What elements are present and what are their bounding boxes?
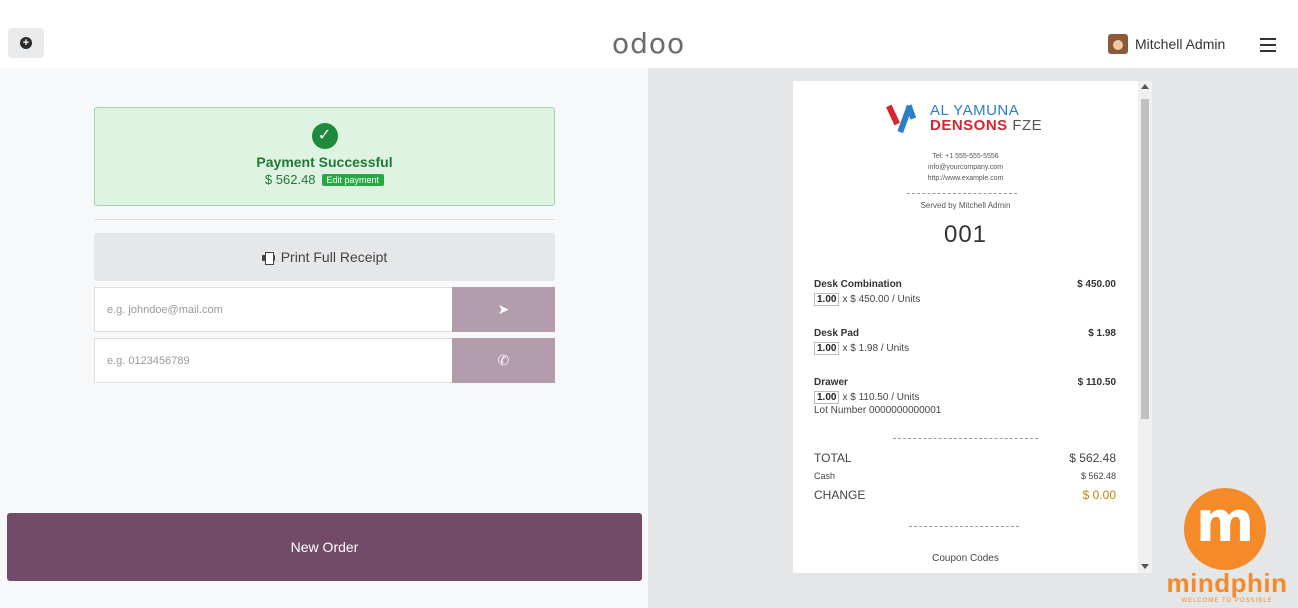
brand-suffix: FZE: [1012, 117, 1043, 134]
scroll-thumb[interactable]: [1141, 99, 1149, 419]
check-circle-icon: ✓: [311, 123, 338, 149]
new-order-button[interactable]: New Order: [7, 513, 642, 581]
send-email-button[interactable]: ➤: [452, 287, 555, 332]
receipt-line: Drawer $ 110.50 1.00 x $ 110.50 / Units L…: [814, 377, 1116, 416]
plus-circle-icon: +: [20, 37, 32, 49]
email-field[interactable]: [94, 287, 452, 332]
cash-label: Cash: [814, 471, 836, 481]
line-quantity: 1.00: [814, 391, 840, 404]
top-bar: + odoo Mitchell Admin: [0, 0, 1298, 68]
odoo-logo: odoo: [612, 27, 686, 60]
mindphin-watermark: m mindphin WELCOME TO POSSIBLE: [1162, 488, 1292, 606]
watermark-tagline: WELCOME TO POSSIBLE: [1181, 598, 1273, 604]
divider: [94, 219, 555, 220]
line-lot-number: Lot Number 0000000000001: [814, 405, 942, 416]
payment-amount: $ 562.48: [264, 172, 316, 187]
user-name: Mitchell Admin: [1135, 36, 1226, 52]
line-price: $ 110.50: [1077, 377, 1116, 388]
line-unit-price: x $ 450.00 / Units: [842, 294, 921, 305]
whatsapp-icon: ✆: [497, 352, 510, 368]
print-receipt-button[interactable]: Print Full Receipt: [94, 233, 555, 281]
change-value: $ 0.00: [1082, 488, 1116, 502]
company-website: http://www.example.com: [927, 175, 1004, 182]
receipt: AL YAMUNA DENSONS FZE Tel: +1 555-555-55…: [793, 81, 1138, 573]
line-product-name: Drawer: [814, 377, 848, 388]
total-label: TOTAL: [814, 451, 852, 465]
paper-plane-icon: ➤: [497, 301, 510, 317]
receipt-divider: [893, 438, 1038, 439]
cash-value: $ 562.48: [1080, 471, 1116, 481]
add-order-button[interactable]: +: [8, 28, 44, 58]
avatar: [1108, 34, 1128, 54]
company-logo-mark-icon: [886, 101, 920, 135]
order-number: 001: [943, 221, 988, 248]
payment-success-title: Payment Successful: [256, 154, 393, 170]
served-by: Served by Mitchell Admin: [920, 201, 1011, 210]
line-quantity: 1.00: [814, 293, 840, 306]
payment-panel: ✓ Payment Successful $ 562.48 Edit payme…: [0, 68, 648, 608]
hamburger-menu-icon[interactable]: [1260, 38, 1276, 52]
coupon-codes-label: Coupon Codes: [932, 553, 999, 564]
receipt-line: Desk Combination $ 450.00 1.00 x $ 450.00…: [814, 279, 1116, 306]
phone-field[interactable]: [94, 338, 452, 383]
watermark-name: mindphin: [1166, 568, 1288, 598]
send-whatsapp-button[interactable]: ✆: [452, 338, 555, 383]
brand-line-2: DENSONS: [930, 117, 1008, 134]
edit-payment-button[interactable]: Edit payment: [321, 173, 385, 186]
line-price: $ 450.00: [1077, 279, 1116, 290]
company-email: info@yourcompany.com: [927, 164, 1004, 171]
line-product-name: Desk Pad: [814, 328, 860, 339]
user-menu[interactable]: Mitchell Admin: [1108, 34, 1225, 54]
payment-success-banner: ✓ Payment Successful $ 562.48 Edit payme…: [94, 107, 555, 206]
receipt-divider: [907, 193, 1017, 194]
company-logo: AL YAMUNA DENSONS FZE: [886, 101, 1043, 135]
print-receipt-label: Print Full Receipt: [280, 249, 388, 265]
total-value: $ 562.48: [1069, 451, 1116, 465]
line-unit-price: x $ 110.50 / Units: [842, 392, 920, 403]
receipt-line: Desk Pad $ 1.98 1.00 x $ 1.98 / Units: [814, 328, 1116, 355]
change-label: CHANGE: [814, 488, 866, 502]
mindphin-logo-icon: m: [1184, 488, 1266, 570]
company-phone: Tel: +1 555-555-5556: [932, 153, 999, 160]
scroll-down-icon[interactable]: [1141, 564, 1149, 569]
line-price: $ 1.98: [1088, 328, 1116, 339]
receipt-divider: [909, 526, 1019, 527]
line-quantity: 1.00: [814, 342, 840, 355]
line-product-name: Desk Combination: [814, 279, 902, 290]
printer-icon: [261, 251, 275, 265]
brand-line-1: AL YAMUNA: [930, 102, 1020, 119]
line-unit-price: x $ 1.98 / Units: [842, 343, 910, 354]
receipt-scrollbar[interactable]: [1138, 81, 1152, 573]
scroll-up-icon[interactable]: [1141, 84, 1149, 89]
